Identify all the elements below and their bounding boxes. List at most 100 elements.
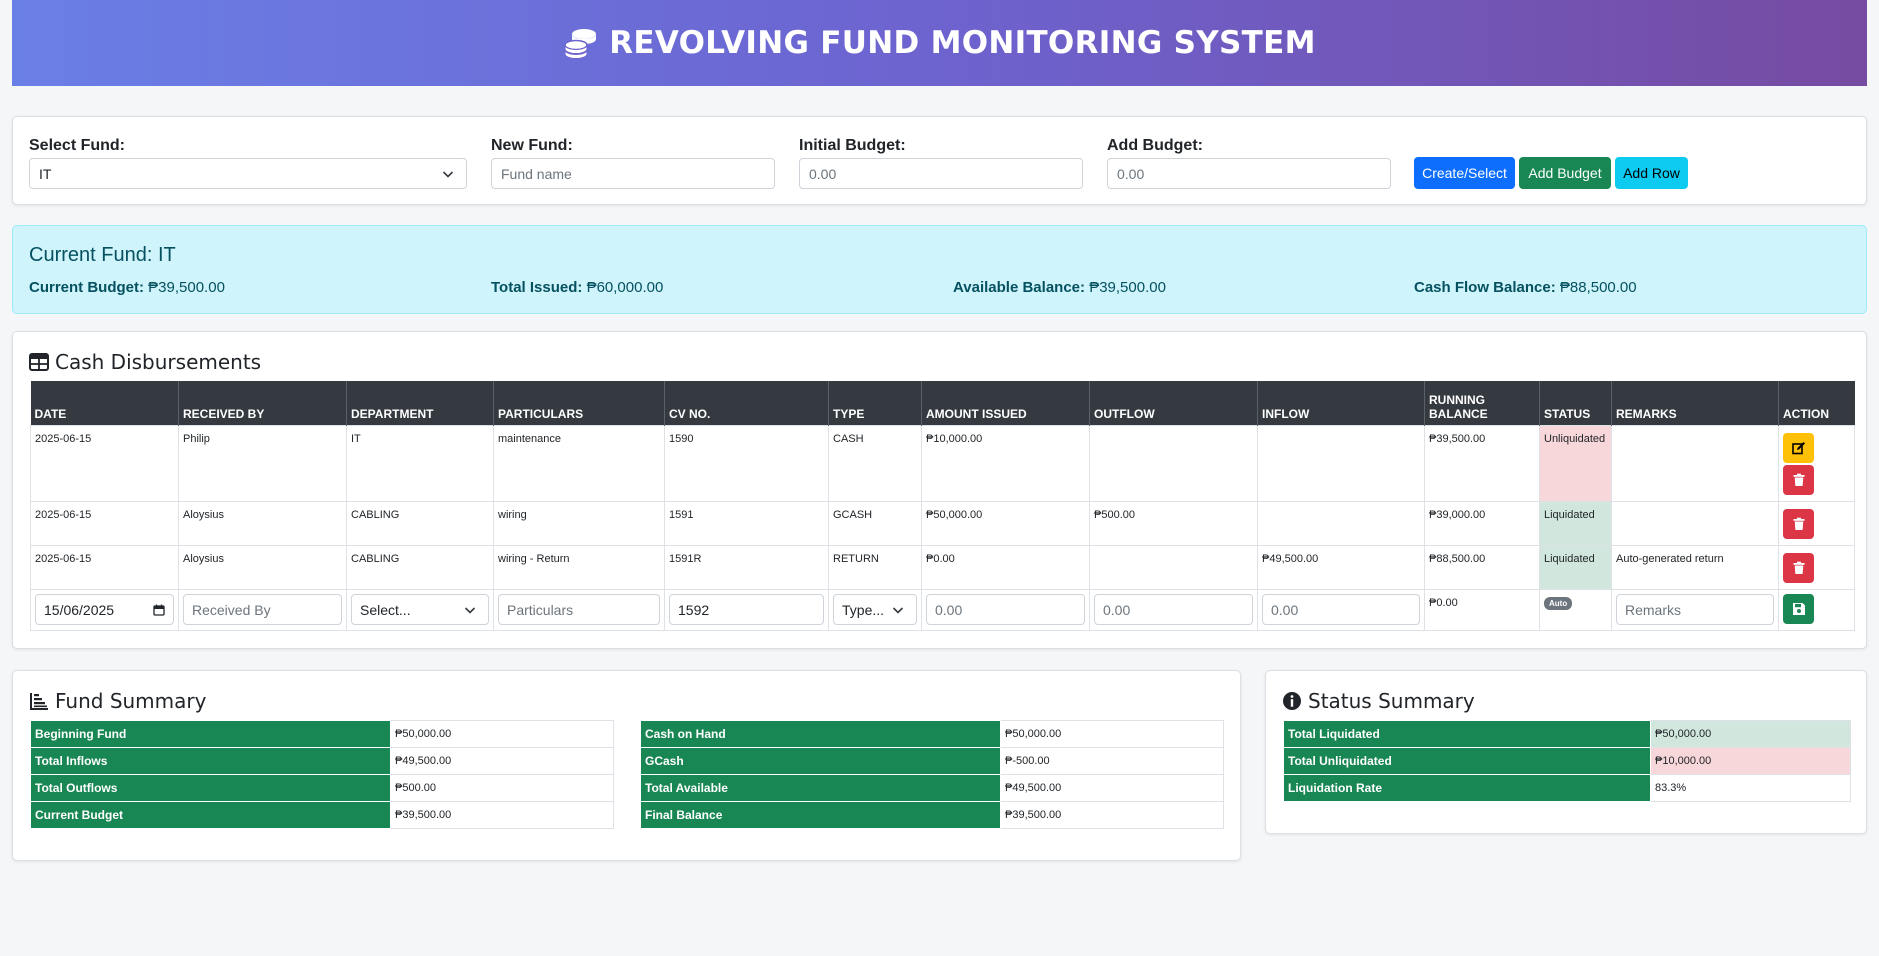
summary-row: Total Liquidated ₱50,000.00 [1283,720,1851,748]
disbursements-heading: Cash Disbursements [29,350,261,374]
cell-remarks [1611,500,1779,546]
cell-action [1778,544,1855,590]
edit-button[interactable] [1783,432,1814,463]
add-row-button[interactable]: Add Row [1615,157,1688,189]
app-header: REVOLVING FUND MONITORING SYSTEM [12,0,1867,86]
summary-row: Total Outflows ₱500.00 [30,774,614,802]
cell-cv-no: 1591R [664,544,829,590]
total-issued-stat: Total Issued: ₱60,000.00 [491,279,663,296]
particulars-input[interactable]: Particulars [498,594,660,625]
cell-inflow-input: 0.00 [1257,588,1425,631]
summary-value: ₱50,000.00 [390,720,614,748]
new-fund-input[interactable]: Fund name [491,158,775,189]
delete-button[interactable] [1783,464,1814,495]
create-select-button[interactable]: Create/Select [1414,157,1515,189]
page-title: REVOLVING FUND MONITORING SYSTEM [563,25,1316,61]
col-date: DATE [30,381,179,425]
cell-status: Liquidated [1539,544,1612,590]
summary-row: Total Inflows ₱49,500.00 [30,747,614,775]
fund-summary-left-table: Beginning Fund ₱50,000.00 Total Inflows ₱4… [30,720,614,829]
cell-outflow: ₱500.00 [1089,500,1258,546]
cell-amount: ₱50,000.00 [921,500,1090,546]
status-summary-heading: Status Summary [1282,689,1475,713]
status-summary-title: Status Summary [1308,689,1475,713]
summary-label: Beginning Fund [30,720,391,748]
cash-flow-value: ₱88,500.00 [1559,279,1637,296]
table-row: 2025-06-15 Philip IT maintenance 1590 CA… [30,424,1855,502]
cell-inflow: ₱49,500.00 [1257,544,1425,590]
summary-label: Cash on Hand [640,720,1001,748]
remarks-input[interactable]: Remarks [1616,594,1774,625]
type-select[interactable]: Type... [833,594,917,625]
summary-row: Cash on Hand ₱50,000.00 [640,720,1224,748]
select-fund-label: Select Fund: [29,137,126,154]
summary-row: Beginning Fund ₱50,000.00 [30,720,614,748]
new-fund-label: New Fund: [491,137,573,154]
cell-action [1778,424,1855,502]
cash-flow-label: Cash Flow Balance: [1414,279,1556,296]
disbursements-title: Cash Disbursements [55,350,262,374]
col-type: TYPE [828,381,922,425]
summary-label: Total Outflows [30,774,391,802]
cell-amount: ₱0.00 [921,544,1090,590]
cell-received-by: Philip [178,424,347,502]
cv-no-input[interactable]: 1592 [669,594,824,625]
initial-budget-label: Initial Budget: [799,137,906,154]
delete-button[interactable] [1783,552,1814,583]
add-budget-input[interactable]: 0.00 [1107,158,1391,189]
delete-button[interactable] [1783,508,1814,539]
cell-received-by-input: Received By [178,588,347,631]
summary-row: Final Balance ₱39,500.00 [640,801,1224,829]
cell-status: Unliquidated [1539,424,1612,502]
cell-date: 2025-06-15 [30,424,179,502]
cell-outflow [1089,544,1258,590]
initial-budget-input[interactable]: 0.00 [799,158,1083,189]
cell-remarks [1611,424,1779,502]
col-remarks: REMARKS [1611,381,1779,425]
cell-department: IT [346,424,494,502]
available-balance-label: Available Balance: [953,279,1086,296]
cell-date: 2025-06-15 [30,544,179,590]
summary-label: Total Unliquidated [1283,747,1651,775]
cell-balance-new: ₱0.00 [1424,588,1540,631]
cell-date-input: 15/06/2025 [30,588,179,631]
cell-department-input: Select... [346,588,494,631]
date-input[interactable]: 15/06/2025 [35,594,174,625]
col-particulars: PARTICULARS [493,381,665,425]
cell-balance: ₱39,500.00 [1424,424,1540,502]
amount-input[interactable]: 0.00 [926,594,1085,625]
summary-label: Total Inflows [30,747,391,775]
summary-label: Liquidation Rate [1283,774,1651,802]
select-fund-dropdown[interactable]: IT [29,158,467,189]
status-summary-card: Status Summary Total Liquidated ₱50,000.0… [1265,670,1867,834]
type-select-value: Type... [842,601,885,618]
summary-value: ₱500.00 [390,774,614,802]
save-icon [1792,602,1805,615]
auto-badge: Auto [1544,596,1573,610]
add-budget-button[interactable]: Add Budget [1519,157,1611,189]
calendar-icon[interactable] [153,604,165,616]
received-by-input[interactable]: Received By [183,594,342,625]
cell-cv-no-input: 1592 [664,588,829,631]
trash-icon [1793,517,1804,530]
cell-cv-no: 1591 [664,500,829,546]
summary-row: GCash ₱-500.00 [640,747,1224,775]
fund-summary-card: Fund Summary Beginning Fund ₱50,000.00 To… [12,670,1241,861]
cell-action-new [1778,588,1855,631]
available-balance-stat: Available Balance: ₱39,500.00 [953,279,1166,296]
outflow-input[interactable]: 0.00 [1094,594,1253,625]
trash-icon [1793,473,1804,486]
cell-amount: ₱10,000.00 [921,424,1090,502]
save-button[interactable] [1783,593,1814,624]
cell-balance: ₱88,500.00 [1424,544,1540,590]
summary-row: Total Unliquidated ₱10,000.00 [1283,747,1851,775]
fund-controls-card: Select Fund: IT New Fund: Fund name Init… [12,116,1867,205]
cell-particulars: wiring - Return [493,544,665,590]
available-balance-value: ₱39,500.00 [1089,279,1166,296]
inflow-input[interactable]: 0.00 [1262,594,1420,625]
summary-row: Liquidation Rate 83.3% [1283,774,1851,802]
summary-label: Total Available [640,774,1001,802]
summary-value: ₱49,500.00 [390,747,614,775]
department-select[interactable]: Select... [351,594,489,625]
cell-outflow-input: 0.00 [1089,588,1258,631]
